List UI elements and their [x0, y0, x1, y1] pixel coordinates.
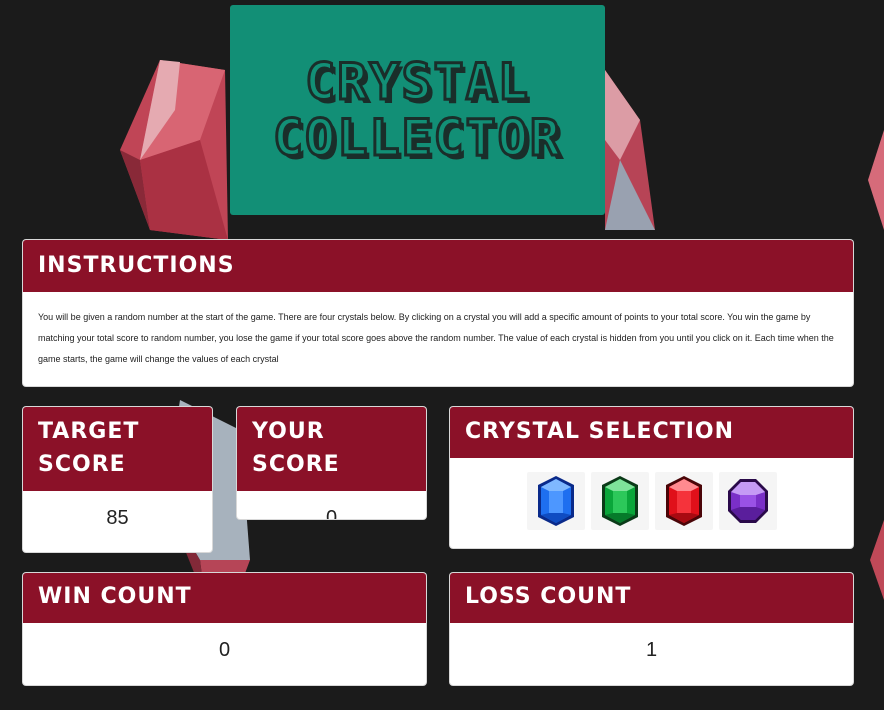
win-count-heading: WIN COUNT	[23, 573, 426, 623]
instructions-heading: INSTRUCTIONS	[23, 240, 853, 292]
loss-count-panel: LOSS COUNT 1	[450, 573, 853, 685]
target-score-value: 85	[106, 507, 129, 529]
purple-crystal-icon	[727, 479, 768, 523]
instructions-text: You will be given a random number at the…	[38, 312, 834, 364]
your-score-value: 0	[325, 507, 338, 519]
title-line-2: COLLECTOR	[272, 109, 562, 168]
crystal-selection-heading: CRYSTAL SELECTION	[450, 407, 853, 458]
win-count-value: 0	[218, 639, 231, 661]
blue-crystal-button[interactable]	[526, 472, 585, 530]
red-crystal-icon	[665, 476, 702, 526]
title-banner: CRYSTAL COLLECTOR	[230, 5, 605, 215]
your-score-heading: YOUR SCORE	[237, 407, 426, 491]
green-crystal-button[interactable]	[590, 472, 649, 530]
win-count-panel: WIN COUNT 0	[23, 573, 426, 685]
target-score-heading: TARGET SCORE	[23, 407, 212, 491]
your-score-panel: YOUR SCORE 0	[237, 407, 426, 519]
target-score-panel: TARGET SCORE 85	[23, 407, 212, 552]
loss-count-value: 1	[645, 639, 658, 661]
red-crystal-button[interactable]	[654, 472, 713, 530]
blue-crystal-icon	[537, 476, 574, 526]
green-crystal-icon	[601, 476, 638, 526]
title-line-1: CRYSTAL	[304, 53, 530, 112]
loss-count-heading: LOSS COUNT	[450, 573, 853, 623]
instructions-panel: INSTRUCTIONS You will be given a random …	[23, 240, 853, 386]
purple-crystal-button[interactable]	[718, 472, 777, 530]
crystal-selection-panel: CRYSTAL SELECTION	[450, 407, 853, 548]
crystal-button-row	[450, 458, 853, 530]
